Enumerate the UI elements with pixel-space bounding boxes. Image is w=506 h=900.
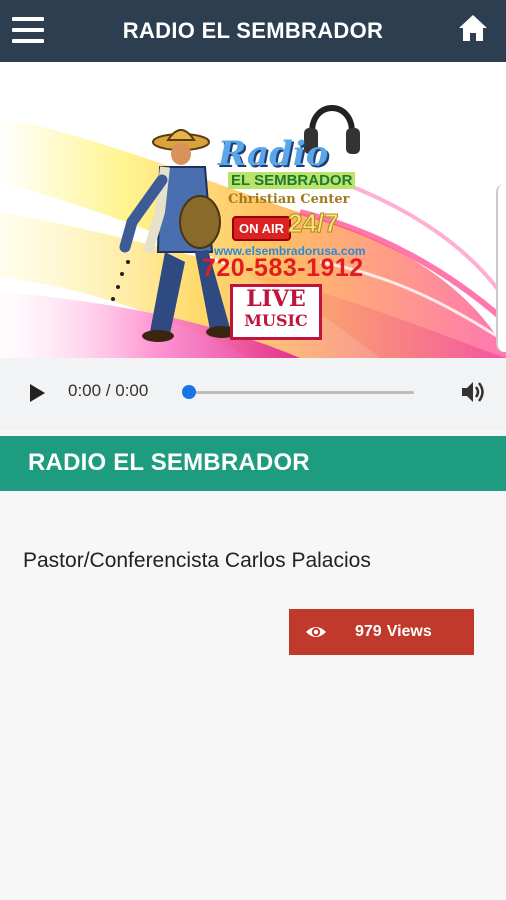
home-icon[interactable]: [458, 13, 488, 43]
play-icon[interactable]: [26, 382, 48, 404]
views-label: 979 Views: [355, 623, 432, 641]
side-drawer-handle[interactable]: [496, 184, 506, 352]
phone-number: 720-583-1912: [202, 254, 364, 282]
audio-player: 0:00 / 0:00: [0, 358, 506, 430]
views-word: Views: [386, 623, 432, 640]
station-banner: Radio EL SEMBRADOR Christian Center ON A…: [0, 62, 506, 358]
logo-text-radio: Radio: [218, 134, 329, 174]
logo-text-subtitle: Christian Center: [228, 192, 350, 207]
program-description: Pastor/Conferencista Carlos Palacios: [23, 549, 371, 572]
playback-time: 0:00 / 0:00: [68, 381, 149, 400]
volume-icon[interactable]: [459, 378, 487, 406]
app-title: RADIO EL SEMBRADOR: [122, 18, 384, 43]
on-air-badge: ON AIR: [232, 216, 292, 241]
section-header: RADIO EL SEMBRADOR: [0, 436, 506, 491]
views-count: 979: [355, 623, 382, 640]
views-button[interactable]: 979 Views: [289, 609, 474, 655]
section-title: RADIO EL SEMBRADOR: [28, 449, 310, 476]
hours-label: 24/7: [288, 208, 340, 239]
live-text: LIVE: [246, 286, 306, 312]
live-music-badge: LIVE MUSIC: [230, 284, 322, 340]
seek-thumb[interactable]: [182, 385, 196, 399]
music-text: MUSIC: [244, 311, 308, 330]
logo-text-name: EL SEMBRADOR: [228, 172, 356, 189]
app-header: RADIO EL SEMBRADOR: [0, 0, 506, 62]
eye-icon: [305, 623, 327, 641]
seek-bar[interactable]: [188, 391, 414, 394]
